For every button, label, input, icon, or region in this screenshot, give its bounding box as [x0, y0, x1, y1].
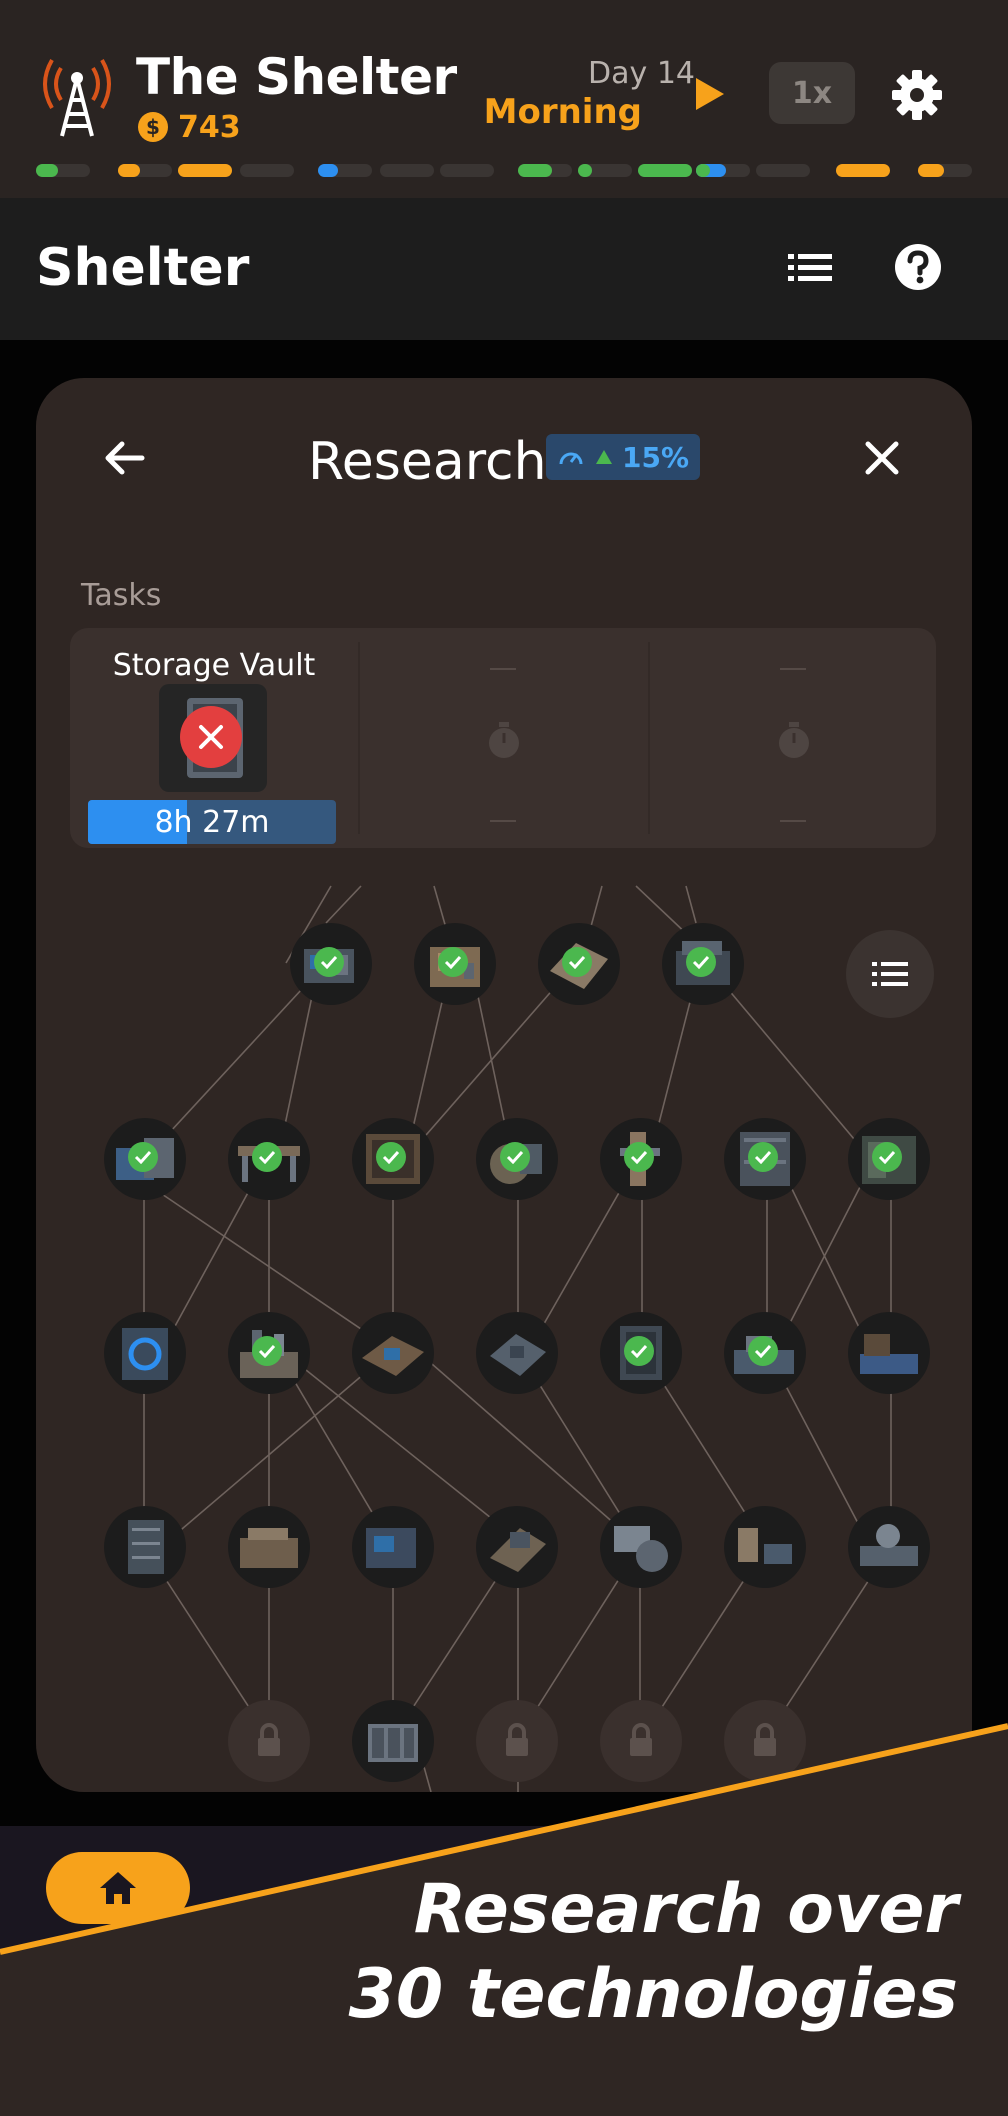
research-node-done[interactable] — [104, 1118, 186, 1200]
day-label: Day 14 — [588, 56, 695, 91]
settings-gear-icon[interactable] — [890, 68, 944, 122]
check-icon — [252, 1336, 282, 1366]
research-node[interactable] — [104, 1312, 186, 1394]
research-node[interactable] — [600, 1506, 682, 1588]
coin-icon: $ — [138, 112, 168, 142]
research-node[interactable] — [104, 1506, 186, 1588]
research-node[interactable] — [848, 1312, 930, 1394]
play-icon[interactable] — [690, 72, 730, 116]
research-node-done[interactable] — [476, 1118, 558, 1200]
check-icon — [624, 1142, 654, 1172]
check-icon — [562, 947, 592, 977]
check-icon — [500, 1142, 530, 1172]
research-node-done[interactable] — [848, 1118, 930, 1200]
research-node-done[interactable] — [662, 923, 744, 1005]
research-node-done[interactable] — [290, 923, 372, 1005]
promo-line-2: 30 technologies — [348, 1955, 958, 2034]
research-node[interactable] — [476, 1312, 558, 1394]
research-panel: Research 15% Tasks Storage Vault 8h 27m — [36, 378, 972, 1792]
resource-status-bars — [0, 164, 1008, 180]
research-node[interactable] — [476, 1506, 558, 1588]
research-node-done[interactable] — [724, 1312, 806, 1394]
research-node-done[interactable] — [600, 1312, 682, 1394]
research-node[interactable] — [352, 1312, 434, 1394]
help-icon[interactable] — [893, 242, 943, 292]
promo-line-1: Research over — [413, 1870, 958, 1949]
list-icon — [872, 962, 908, 986]
check-icon — [686, 947, 716, 977]
check-icon — [314, 947, 344, 977]
check-icon — [128, 1142, 158, 1172]
time-of-day-label: Morning — [483, 92, 642, 132]
research-node[interactable] — [848, 1506, 930, 1588]
speed-button[interactable]: 1x — [769, 62, 855, 124]
check-icon — [748, 1336, 778, 1366]
page-header: Shelter — [0, 198, 1008, 340]
research-node-done[interactable] — [724, 1118, 806, 1200]
research-node[interactable] — [228, 1506, 310, 1588]
check-icon — [872, 1142, 902, 1172]
page-title: Shelter — [36, 238, 250, 298]
research-node[interactable] — [352, 1506, 434, 1588]
research-node-done[interactable] — [228, 1312, 310, 1394]
research-node-done[interactable] — [352, 1118, 434, 1200]
research-node-done[interactable] — [600, 1118, 682, 1200]
check-icon — [748, 1142, 778, 1172]
app-title: The Shelter — [136, 48, 457, 106]
check-icon — [624, 1336, 654, 1366]
check-icon — [376, 1142, 406, 1172]
list-icon[interactable] — [786, 248, 836, 288]
tree-list-button[interactable] — [846, 930, 934, 1018]
research-node-done[interactable] — [538, 923, 620, 1005]
top-status-bar: The Shelter $ 743 Day 14 Morning 1x — [0, 0, 1008, 198]
money-display: $ 743 — [138, 109, 241, 145]
research-node-done[interactable] — [414, 923, 496, 1005]
check-icon — [438, 947, 468, 977]
research-node-done[interactable] — [228, 1118, 310, 1200]
money-amount: 743 — [178, 109, 241, 145]
research-node[interactable] — [724, 1506, 806, 1588]
radio-tower-icon — [43, 58, 111, 137]
check-icon — [252, 1142, 282, 1172]
